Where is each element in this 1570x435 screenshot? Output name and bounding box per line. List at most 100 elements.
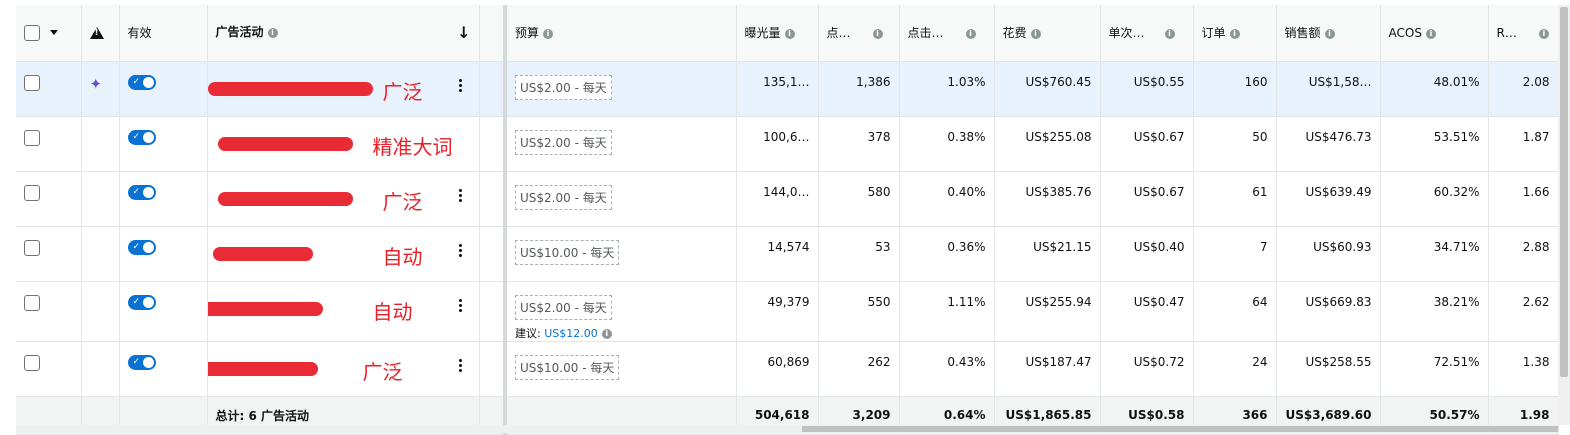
acos-header[interactable]: ACOS i (1380, 5, 1489, 62)
row-select-cell[interactable] (16, 61, 82, 117)
more-actions-icon[interactable] (458, 77, 463, 94)
budget-cell[interactable]: US$2.00 - 每天 建议: US$12.00 i (505, 281, 737, 342)
row-checkbox[interactable] (24, 129, 40, 146)
info-icon[interactable]: i (1324, 29, 1335, 40)
select-all-header[interactable] (16, 5, 82, 62)
row-status-cell[interactable]: ✓ (119, 341, 208, 397)
campaign-name-cell[interactable]: 精准大词 (207, 116, 480, 172)
table-row[interactable]: ✓ 自动 US$10.00 - 每天 14,574 53 0.36% US$21… (16, 226, 1559, 282)
row-alert-cell (81, 226, 120, 282)
sales-cell: US$258.55 (1276, 341, 1381, 397)
row-select-cell[interactable] (16, 341, 82, 397)
campaign-name-cell[interactable]: 自动 (207, 226, 480, 282)
campaign-name-cell[interactable]: 广泛 (207, 171, 480, 227)
sparkle-icon[interactable]: ✦ (90, 75, 103, 93)
more-actions-icon[interactable] (458, 357, 463, 374)
table-row[interactable]: ✓ 自动 US$2.00 - 每天 建议: US$12.00 i 49,379 55… (16, 281, 1559, 342)
info-icon[interactable]: i (872, 29, 883, 40)
more-actions-icon[interactable] (458, 187, 463, 204)
info-icon[interactable]: i (601, 328, 612, 339)
orders-header[interactable]: 订单 i (1193, 5, 1277, 62)
table-row[interactable]: ✓ 广泛 US$2.00 - 每天 144,0… 580 0.40% US$38… (16, 171, 1559, 227)
campaign-toggle[interactable]: ✓ (127, 184, 156, 200)
horizontal-scrollbar-thumb[interactable] (802, 426, 1558, 432)
vertical-scrollbar[interactable] (1558, 5, 1570, 425)
campaign-toggle[interactable]: ✓ (127, 74, 156, 90)
vertical-scrollbar-thumb[interactable] (1560, 7, 1568, 377)
info-icon[interactable]: i (1030, 29, 1041, 40)
suggestion-value[interactable]: US$12.00 (544, 327, 598, 340)
budget-input[interactable]: US$2.00 - 每天 (515, 129, 612, 155)
budget-cell[interactable]: US$2.00 - 每天 (505, 116, 737, 172)
more-actions-icon[interactable] (458, 242, 463, 259)
info-icon[interactable]: i (1229, 29, 1240, 40)
valid-header[interactable]: 有效 (119, 5, 208, 62)
ctr-header[interactable]: 点击… i (899, 5, 995, 62)
select-all-checkbox[interactable] (24, 24, 40, 41)
spend-cell: US$21.15 (994, 226, 1101, 282)
row-status-cell[interactable]: ✓ (119, 61, 208, 117)
budget-input[interactable]: US$2.00 - 每天 (515, 294, 612, 320)
clicks-cell: 53 (818, 226, 900, 282)
row-checkbox[interactable] (24, 354, 40, 371)
spend-header[interactable]: 花费 i (994, 5, 1101, 62)
campaign-header[interactable]: 广告活动 i ↓ (207, 5, 480, 62)
budget-cell[interactable]: US$10.00 - 每天 (505, 226, 737, 282)
campaign-table: 有效 广告活动i ↓ 预算i 曝光量i 点…i 点击… i 花费i 单次…i 订单… (16, 5, 1559, 435)
row-status-cell[interactable]: ✓ (119, 171, 208, 227)
info-icon[interactable]: i (965, 29, 976, 40)
campaign-name-cell[interactable]: 自动 (207, 281, 480, 342)
acos-cell: 38.21% (1380, 281, 1489, 342)
info-icon[interactable]: i (543, 29, 554, 40)
row-checkbox[interactable] (24, 184, 40, 201)
roas-header[interactable]: R… i (1488, 5, 1559, 62)
budget-input[interactable]: US$2.00 - 每天 (515, 74, 612, 100)
info-icon[interactable]: i (1425, 28, 1436, 39)
ctr-header-label: 点击… (907, 26, 944, 41)
table-row[interactable]: ✓ 精准大词 US$2.00 - 每天 100,6… 378 0.38% US$… (16, 116, 1559, 172)
sales-cell: US$476.73 (1276, 116, 1381, 172)
table-row[interactable]: ✓ 广泛 US$10.00 - 每天 60,869 262 0.43% US$1… (16, 341, 1559, 397)
row-select-cell[interactable] (16, 171, 82, 227)
budget-cell[interactable]: US$10.00 - 每天 (505, 341, 737, 397)
ctr-cell: 0.38% (899, 116, 995, 172)
row-status-cell[interactable]: ✓ (119, 116, 208, 172)
more-actions-icon[interactable] (458, 297, 463, 314)
campaign-toggle[interactable]: ✓ (127, 354, 156, 370)
row-checkbox[interactable] (24, 239, 40, 256)
row-checkbox[interactable] (24, 294, 40, 311)
column-divider[interactable] (479, 5, 507, 62)
campaign-toggle[interactable]: ✓ (127, 294, 156, 310)
budget-cell[interactable]: US$2.00 - 每天 (505, 171, 737, 227)
sales-header[interactable]: 销售额 i (1276, 5, 1381, 62)
campaign-name-cell[interactable]: 广泛 (207, 341, 480, 397)
row-status-cell[interactable]: ✓ (119, 281, 208, 342)
campaign-toggle[interactable]: ✓ (127, 239, 156, 255)
info-icon[interactable]: i (1538, 28, 1549, 39)
info-icon[interactable]: i (784, 29, 795, 40)
chevron-down-icon[interactable] (50, 30, 58, 36)
budget-input[interactable]: US$10.00 - 每天 (515, 354, 620, 380)
row-select-cell[interactable] (16, 281, 82, 342)
budget-input[interactable]: US$10.00 - 每天 (515, 239, 620, 265)
impressions-header[interactable]: 曝光量 i (736, 5, 819, 62)
row-select-cell[interactable] (16, 116, 82, 172)
column-divider (479, 341, 507, 397)
campaign-toggle[interactable]: ✓ (127, 129, 156, 145)
info-icon[interactable]: i (267, 28, 278, 39)
table-row[interactable]: ✦ ✓ 广泛 US$2.00 - 每天 135,1… 1,386 1.03% U… (16, 61, 1559, 117)
row-alert-cell (81, 171, 120, 227)
sort-down-arrow-icon[interactable]: ↓ (457, 23, 470, 42)
budget-input[interactable]: US$2.00 - 每天 (515, 184, 612, 210)
horizontal-scrollbar[interactable] (16, 425, 1558, 433)
info-icon[interactable]: i (1164, 29, 1175, 40)
row-status-cell[interactable]: ✓ (119, 226, 208, 282)
budget-header[interactable]: 预算 i (505, 5, 737, 62)
campaign-name-cell[interactable]: 广泛 (207, 61, 480, 117)
clicks-header[interactable]: 点… i (818, 5, 900, 62)
row-select-cell[interactable] (16, 226, 82, 282)
row-checkbox[interactable] (24, 74, 40, 91)
budget-cell[interactable]: US$2.00 - 每天 (505, 61, 737, 117)
column-divider (479, 61, 507, 117)
cpc-header[interactable]: 单次… i (1100, 5, 1194, 62)
